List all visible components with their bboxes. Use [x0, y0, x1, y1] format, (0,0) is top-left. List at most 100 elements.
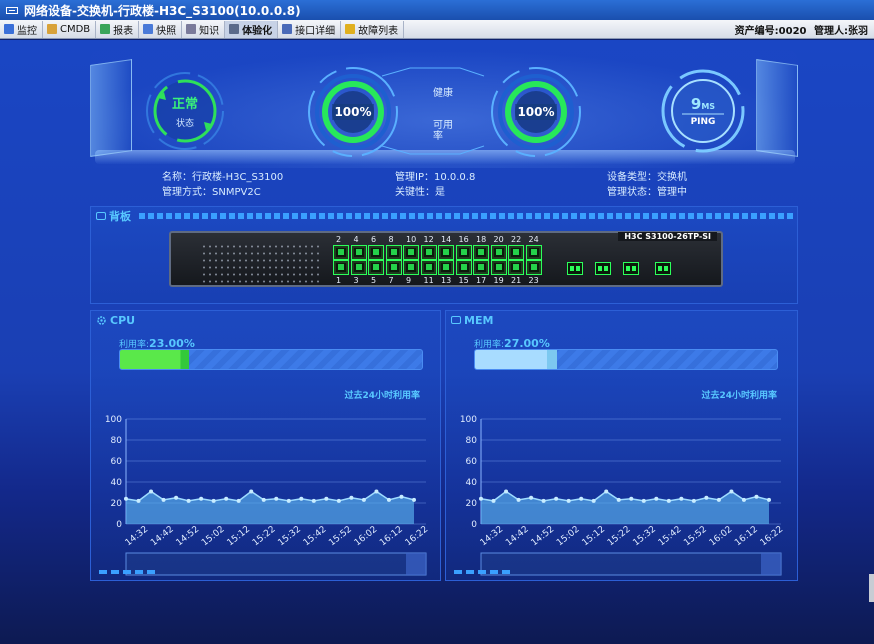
cpu-gear-icon	[97, 315, 106, 325]
critical-flag: 关键性：是	[395, 187, 445, 198]
device-type: 设备类型：交换机	[607, 172, 687, 183]
sfp-port[interactable]	[655, 262, 671, 275]
backplane-header: 背板	[91, 207, 797, 225]
data-point	[641, 498, 646, 503]
data-point	[554, 496, 559, 501]
status-gauge: 正常 状态	[140, 68, 230, 154]
port-number: 22	[511, 235, 522, 244]
toolbar-tab-2[interactable]: CMDB	[43, 20, 97, 38]
usage-area	[126, 491, 414, 524]
data-point	[161, 497, 166, 502]
port-number: 5	[371, 276, 377, 285]
zoom-handle[interactable]	[406, 553, 426, 575]
experience-icon	[229, 24, 240, 34]
port-number: 4	[353, 235, 359, 244]
window-titlebar: 网络设备-交换机-行政楼-H3C_S3100(10.0.0.8)	[0, 0, 874, 20]
port-number: 20	[493, 235, 504, 244]
data-point	[679, 496, 684, 501]
data-point	[349, 495, 354, 500]
ethernet-port[interactable]	[420, 260, 437, 275]
data-point	[654, 496, 659, 501]
toolbar-tab-6[interactable]: 体验化	[225, 20, 279, 38]
data-point	[529, 495, 534, 500]
ethernet-port[interactable]	[368, 245, 384, 260]
port-number: 2	[336, 235, 342, 244]
data-point	[479, 496, 483, 501]
port-number: 9	[406, 276, 412, 285]
ethernet-port[interactable]	[420, 245, 437, 260]
data-point	[324, 496, 329, 501]
data-point	[579, 496, 584, 501]
toolbar-tab-1[interactable]: 监控	[0, 20, 43, 38]
ethernet-port[interactable]	[438, 245, 454, 260]
ethernet-port[interactable]	[455, 245, 472, 260]
toolbar-tab-8[interactable]: 故障列表	[341, 20, 405, 38]
x-tick-label: 16:22	[759, 525, 786, 549]
port-number: 11	[423, 276, 434, 285]
toolbar-tab-label: 体验化	[242, 25, 273, 37]
info-col-2: 管理IP：10.0.0.8 关键性：是	[395, 170, 475, 200]
cpu-usage-fill	[120, 350, 190, 369]
backplane-icon	[96, 212, 106, 220]
ethernet-port[interactable]	[508, 245, 524, 260]
sfp-port[interactable]	[567, 262, 583, 275]
cpu-chart-title: 过去24小时利用率	[344, 391, 420, 401]
zoom-slider[interactable]	[480, 552, 782, 576]
ethernet-port[interactable]	[333, 245, 349, 260]
ethernet-port[interactable]	[403, 260, 419, 275]
toolbar-tab-7[interactable]: 接口详细	[278, 20, 342, 38]
data-point	[336, 498, 341, 503]
data-point	[361, 497, 366, 502]
ethernet-port[interactable]	[438, 260, 454, 275]
x-tick-label: 14:32	[479, 525, 506, 549]
x-tick-label: 16:22	[404, 525, 431, 549]
sfp-port[interactable]	[623, 262, 639, 275]
ethernet-port[interactable]	[525, 245, 542, 260]
x-tick-label: 16:12	[378, 525, 405, 549]
ethernet-port[interactable]	[455, 260, 472, 275]
x-tick-label: 16:02	[708, 525, 735, 549]
info-col-3: 设备类型：交换机 管理状态：管理中	[607, 170, 687, 200]
ethernet-port[interactable]	[508, 260, 524, 275]
ethernet-port[interactable]	[350, 245, 367, 260]
x-tick-label: 15:22	[606, 525, 633, 549]
memory-icon	[451, 316, 461, 324]
port-number: 10	[406, 235, 417, 244]
data-point	[299, 496, 304, 501]
cpu-usage-bar	[119, 349, 423, 370]
ethernet-port[interactable]	[473, 260, 489, 275]
y-tick-label: 100	[460, 415, 477, 425]
data-point	[754, 494, 759, 499]
sfp-port[interactable]	[595, 262, 611, 275]
snapshot-icon	[143, 24, 154, 34]
ethernet-port[interactable]	[385, 260, 402, 275]
data-point	[691, 498, 696, 503]
zoom-slider[interactable]	[125, 552, 427, 576]
ethernet-port[interactable]	[368, 260, 384, 275]
x-tick-label: 15:52	[327, 525, 354, 549]
ethernet-port[interactable]	[385, 245, 402, 260]
data-point	[666, 498, 671, 503]
monitor-icon	[4, 24, 14, 34]
scrollbar-thumb[interactable]	[869, 574, 874, 602]
info-col-1: 名称：行政楼-H3C_S3100 管理方式：SNMPV2C	[162, 170, 283, 200]
ethernet-port[interactable]	[403, 245, 419, 260]
data-point	[136, 498, 141, 503]
ethernet-port[interactable]	[473, 245, 489, 260]
warning-icon	[345, 24, 356, 34]
cmdb-icon	[47, 24, 57, 34]
data-point	[716, 497, 721, 502]
toolbar-tab-4[interactable]: 快照	[139, 20, 183, 38]
ethernet-port[interactable]	[350, 260, 367, 275]
ethernet-port[interactable]	[490, 260, 507, 275]
toolbar-tab-3[interactable]: 报表	[96, 20, 140, 38]
mgmt-status: 管理状态：管理中	[607, 187, 687, 198]
data-point	[249, 489, 254, 494]
ethernet-port[interactable]	[525, 260, 542, 275]
toolbar-tab-5[interactable]: 知识	[182, 20, 226, 38]
ethernet-port[interactable]	[490, 245, 507, 260]
data-point	[729, 489, 734, 494]
x-tick-label: 15:02	[555, 525, 582, 549]
ethernet-port[interactable]	[333, 260, 349, 275]
zoom-handle[interactable]	[761, 553, 781, 575]
